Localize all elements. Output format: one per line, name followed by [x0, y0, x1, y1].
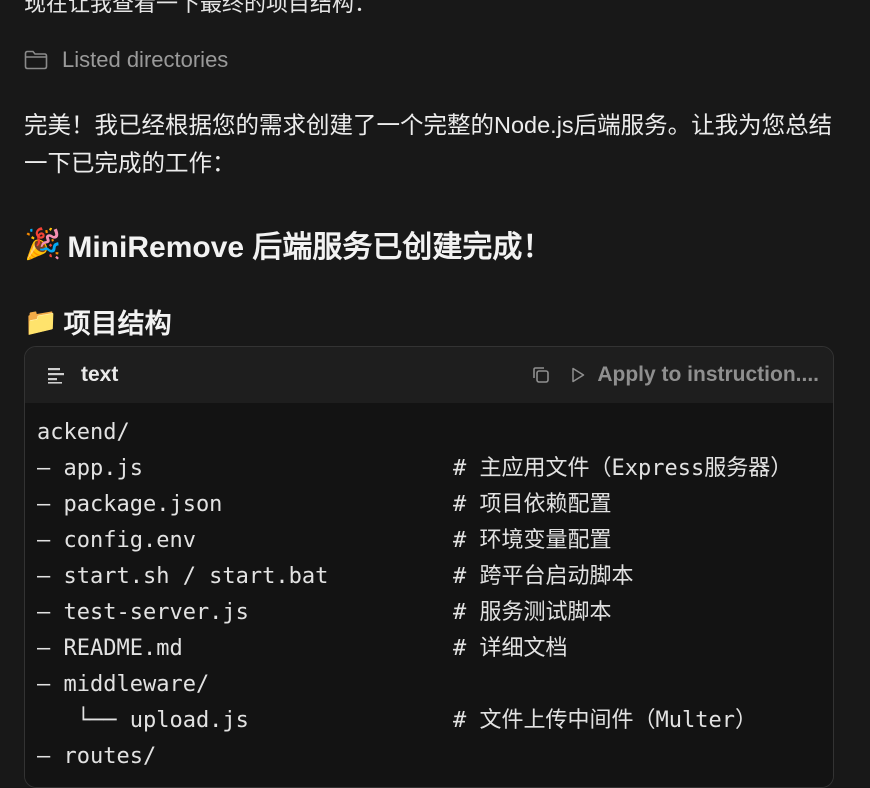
code-line-comment: # 环境变量配置: [453, 528, 612, 553]
code-line-path: └── upload.js: [37, 708, 249, 733]
apply-button[interactable]: Apply to instruction....: [571, 363, 819, 387]
play-icon: [572, 367, 585, 383]
code-line-path: — app.js: [37, 456, 143, 481]
code-line: — app.js # 主应用文件（Express服务器）: [25, 451, 833, 487]
code-line-comment: # 跨平台启动脚本: [453, 564, 634, 589]
code-line-comment: # 项目依赖配置: [453, 492, 612, 517]
section-heading-project-structure: 📁 项目结构: [24, 302, 172, 341]
folder-emoji-icon: 📁: [24, 306, 58, 337]
code-language-label: text: [81, 363, 119, 386]
code-block: text Apply to instruction.... ackend/ — …: [24, 346, 834, 788]
party-popper-icon: 🎉: [24, 227, 62, 261]
code-line-comment: # 主应用文件（Express服务器）: [453, 456, 793, 481]
previous-message-text: 现在让我查看一下最终的项目结构：: [24, 0, 377, 16]
code-line-path: — README.md: [37, 636, 183, 661]
code-line: — config.env # 环境变量配置: [25, 523, 833, 559]
code-content: ackend/ — app.js # 主应用文件（Express服务器） — pa…: [25, 403, 833, 787]
code-line-comment: # 详细文档: [453, 636, 568, 661]
code-line-comment: # 服务测试脚本: [453, 600, 612, 625]
code-line-path: — routes/: [37, 744, 157, 769]
code-block-header: text Apply to instruction....: [25, 347, 833, 403]
code-line-path: — middleware/: [37, 672, 210, 697]
main-heading: 🎉 MiniRemove 后端服务已创建完成！: [24, 222, 552, 266]
assistant-message-paragraph: 完美！我已经根据您的需求创建了一个完整的Node.js后端服务。让我为您总结一下…: [24, 112, 833, 176]
code-line: — start.sh / start.bat # 跨平台启动脚本: [25, 559, 833, 595]
code-line: └── upload.js # 文件上传中间件（Multer）: [25, 703, 833, 739]
folder-icon: [24, 50, 48, 70]
code-line-comment: # 文件上传中间件（Multer）: [453, 708, 757, 733]
listed-directories-tool-call[interactable]: Listed directories: [24, 44, 228, 76]
code-line: — routes/: [25, 739, 833, 775]
text-lines-icon: [48, 368, 64, 384]
main-heading-text: MiniRemove 后端服务已创建完成！: [67, 231, 553, 264]
code-line: ackend/: [25, 415, 833, 451]
code-line: — middleware/: [25, 667, 833, 703]
copy-icon[interactable]: [531, 365, 551, 385]
code-line-path: — package.json: [37, 492, 223, 517]
tool-call-label: Listed directories: [62, 47, 229, 72]
code-line-path: — start.sh / start.bat: [37, 564, 329, 589]
code-line: — test-server.js # 服务测试脚本: [25, 595, 833, 631]
code-line-path: ackend/: [37, 420, 130, 445]
code-line-path: — config.env: [37, 528, 196, 553]
apply-button-label: Apply to instruction....: [597, 363, 819, 386]
code-line-path: — test-server.js: [37, 600, 249, 625]
section-heading-text: 项目结构: [63, 309, 172, 339]
code-line: — package.json # 项目依赖配置: [25, 487, 833, 523]
code-line: — README.md # 详细文档: [25, 631, 833, 667]
